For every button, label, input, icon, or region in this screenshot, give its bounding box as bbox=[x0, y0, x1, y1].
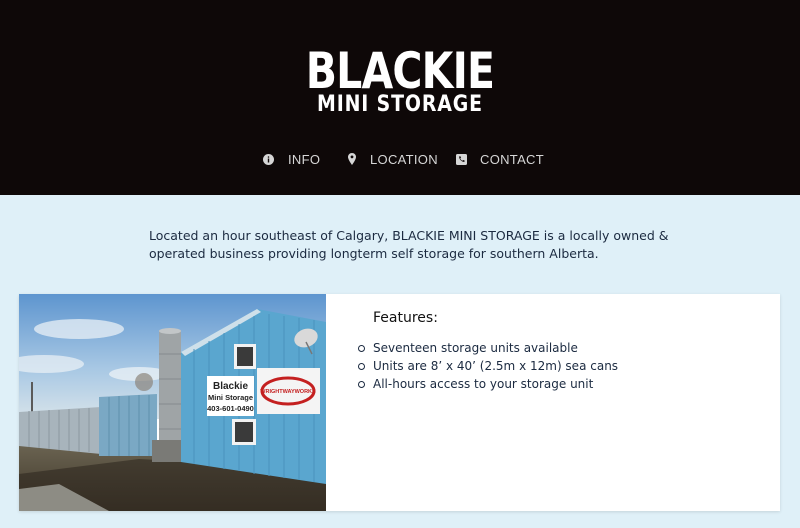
sign-line2: Mini Storage bbox=[208, 393, 253, 402]
features-card: Blackie Mini Storage 403-601-0490 WRIGHT… bbox=[19, 294, 780, 511]
intro-text: Located an hour southeast of Calgary, BL… bbox=[149, 228, 669, 261]
site-header: BLACKIE MINI STORAGE INFO LOCATION CONTA… bbox=[0, 0, 800, 195]
sign-line1: Blackie bbox=[213, 381, 248, 392]
nav-item-location[interactable]: LOCATION bbox=[346, 148, 438, 170]
list-item: All-hours access to your storage unit bbox=[357, 375, 618, 393]
banner-text: WRIGHTWAYWORKS bbox=[260, 389, 316, 395]
nav-label-contact: CONTACT bbox=[480, 151, 544, 167]
logo-subtitle[interactable]: MINI STORAGE bbox=[56, 92, 744, 118]
nav-label-location: LOCATION bbox=[370, 151, 438, 167]
info-icon bbox=[262, 153, 274, 165]
list-item: Seventeen storage units available bbox=[357, 339, 618, 357]
logo-title[interactable]: BLACKIE bbox=[72, 44, 728, 98]
list-item: Units are 8’ x 40’ (2.5m x 12m) sea cans bbox=[357, 357, 618, 375]
nav-label-info: INFO bbox=[288, 151, 321, 167]
features-list: Seventeen storage units available Units … bbox=[357, 339, 618, 393]
storage-building-photo: Blackie Mini Storage 403-601-0490 WRIGHT… bbox=[19, 294, 326, 511]
nav-item-contact[interactable]: CONTACT bbox=[455, 148, 544, 170]
phone-icon bbox=[455, 153, 467, 165]
features-title: Features: bbox=[373, 310, 438, 326]
sign-phone: 403-601-0490 bbox=[207, 404, 254, 413]
map-pin-icon bbox=[346, 153, 358, 165]
nav-item-info[interactable]: INFO bbox=[262, 148, 320, 170]
